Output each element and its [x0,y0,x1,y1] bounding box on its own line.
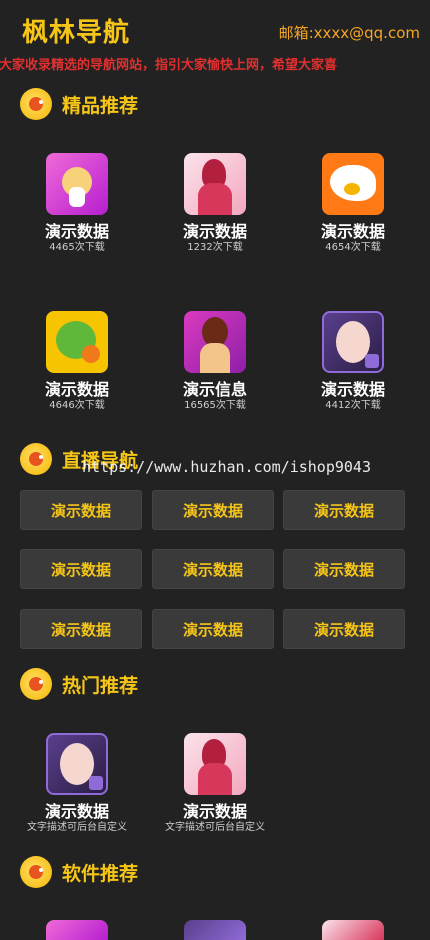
app-name: 演示数据 [44,222,109,241]
site-title[interactable]: 枫林导航 [22,12,130,49]
live-link-button[interactable]: 演示数据 [20,490,142,530]
download-count: 4412次下载 [325,400,381,411]
live-link-button[interactable]: 演示数据 [152,549,274,589]
live-link-button[interactable]: 演示数据 [283,549,405,589]
section-header-hot: 热门推荐 [20,668,138,700]
app-description: 文字描述可后台自定义 [27,822,127,833]
app-card[interactable]: 演示数据 文字描述可后台自定义 [17,733,137,834]
app-name: 演示数据 [182,802,247,821]
app-name: 演示信息 [182,380,247,399]
live-link-button[interactable]: 演示数据 [152,490,274,530]
watermark-text: https://www.huzhan.com/ishop9043 [82,458,371,476]
girl-photo-app-icon [322,311,384,373]
download-count: 4646次下载 [49,400,105,411]
app-icon-partial[interactable] [184,920,246,940]
app-card[interactable]: 演示信息 16565次下载 [155,311,275,412]
download-count: 1232次下载 [187,242,243,253]
app-name: 演示数据 [44,802,109,821]
section-header-featured: 精品推荐 [20,88,138,120]
shark-app-icon [322,153,384,215]
download-count: 4465次下载 [49,242,105,253]
live-link-button[interactable]: 演示数据 [283,609,405,649]
chick-icon [20,88,52,120]
download-count: 16565次下载 [184,400,246,411]
app-name: 演示数据 [44,380,109,399]
app-card[interactable]: 演示数据 4412次下载 [293,311,413,412]
app-card[interactable]: 演示数据 文字描述可后台自定义 [155,733,275,834]
download-count: 4654次下载 [325,242,381,253]
chick-icon [20,856,52,888]
section-header-software: 软件推荐 [20,856,138,888]
girl-app-icon [184,311,246,373]
notice-marquee: 为大家收录精选的导航网站，指引大家愉快上网，希望大家喜 [0,54,430,74]
section-title-hot: 热门推荐 [62,674,139,697]
app-card[interactable]: 演示数据 4465次下载 [17,153,137,254]
app-name: 演示数据 [320,380,385,399]
app-card[interactable]: 演示数据 4654次下载 [293,153,413,254]
live-link-button[interactable]: 演示数据 [283,490,405,530]
app-description: 文字描述可后台自定义 [165,822,265,833]
deer-app-icon [46,153,108,215]
app-name: 演示数据 [320,222,385,241]
chick-icon [20,668,52,700]
live-link-button[interactable]: 演示数据 [20,549,142,589]
girl-photo-app-icon [46,733,108,795]
app-icon-partial[interactable] [46,920,108,940]
dragon-app-icon [46,311,108,373]
app-card[interactable]: 演示数据 4646次下载 [17,311,137,412]
chick-icon [20,443,52,475]
girl-app-icon [184,733,246,795]
app-icon-partial[interactable] [322,920,384,940]
header: 枫林导航 邮箱:xxxx@qq.com [0,0,430,54]
live-link-button[interactable]: 演示数据 [20,609,142,649]
girl-app-icon [184,153,246,215]
app-name: 演示数据 [182,222,247,241]
section-title-software: 软件推荐 [62,862,139,885]
section-title-featured: 精品推荐 [62,94,139,117]
email-link[interactable]: 邮箱:xxxx@qq.com [279,22,420,43]
live-link-button[interactable]: 演示数据 [152,609,274,649]
marquee-text: 为大家收录精选的导航网站，指引大家愉快上网，希望大家喜 [0,58,338,73]
app-card[interactable]: 演示数据 1232次下载 [155,153,275,254]
